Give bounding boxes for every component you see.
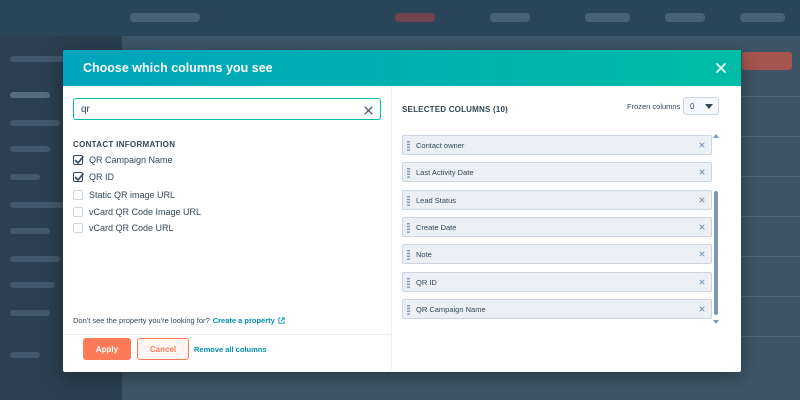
checkbox[interactable] [73, 223, 83, 233]
drag-handle-icon[interactable] [407, 305, 410, 315]
remove-all-columns-link[interactable]: Remove all columns [194, 345, 267, 354]
option-static-qr-image-url[interactable]: Static QR image URL [73, 188, 373, 202]
apply-button[interactable]: Apply [83, 338, 131, 360]
remove-column-icon[interactable] [698, 223, 706, 231]
frozen-columns-label: Frozen columns [627, 102, 681, 111]
search-input[interactable] [81, 102, 351, 116]
selected-columns-scrollbar[interactable] [712, 134, 720, 324]
option-label: vCard QR Code URL [89, 223, 174, 233]
selected-column-label: Note [416, 250, 432, 259]
clear-icon [364, 106, 373, 115]
columns-modal: Choose which columns you see CONTACT INF… [63, 50, 741, 372]
drag-handle-icon[interactable] [407, 250, 410, 260]
section-heading: CONTACT INFORMATION [73, 140, 176, 149]
create-property-hint: Don't see the property you're looking fo… [73, 316, 285, 325]
selected-column-label: Create Date [416, 223, 457, 232]
option-label: vCard QR Code Image URL [89, 207, 202, 217]
background-action-button [742, 52, 792, 70]
footer-divider [63, 334, 391, 335]
remove-column-icon[interactable] [698, 196, 706, 204]
close-icon [716, 63, 726, 73]
selected-column-label: Lead Status [416, 196, 457, 205]
checkbox[interactable] [73, 172, 84, 182]
clear-search-button[interactable] [363, 103, 374, 115]
create-property-link[interactable]: Create a property [213, 316, 275, 325]
modal-header: Choose which columns you see [63, 50, 741, 86]
option-label: QR Campaign Name [89, 155, 173, 165]
scrollbar-thumb[interactable] [714, 191, 718, 315]
modal-title: Choose which columns you see [83, 61, 273, 75]
drag-handle-icon[interactable] [407, 196, 410, 206]
drag-handle-icon[interactable] [407, 141, 410, 151]
caret-down-icon [705, 104, 713, 109]
remove-column-icon[interactable] [698, 168, 706, 176]
remove-column-icon[interactable] [698, 250, 706, 258]
search-field[interactable] [73, 98, 381, 120]
option-vcard-qr-code-url[interactable]: vCard QR Code URL [73, 221, 373, 235]
selected-column-item[interactable]: Note [402, 244, 712, 264]
selected-columns-heading: SELECTED COLUMNS (10) [402, 105, 508, 114]
checkbox[interactable] [73, 190, 83, 200]
hint-text: Don't see the property you're looking fo… [73, 316, 210, 325]
background-topbar [0, 0, 800, 36]
selected-column-label: Contact owner [416, 141, 465, 150]
close-button[interactable] [713, 60, 729, 76]
selected-column-label: QR Campaign Name [416, 305, 486, 314]
pane-divider [391, 86, 392, 372]
scroll-up-icon[interactable] [713, 134, 719, 138]
option-label: QR ID [89, 172, 115, 182]
scroll-down-icon[interactable] [713, 320, 719, 324]
external-link-icon [278, 317, 285, 324]
selected-column-label: Last Activity Date [416, 168, 474, 177]
check-icon [74, 156, 84, 164]
option-qr-campaign-name[interactable]: QR Campaign Name [73, 153, 373, 167]
selected-column-item[interactable]: QR Campaign Name [402, 299, 712, 319]
checkbox[interactable] [73, 155, 84, 165]
option-label: Static QR image URL [89, 190, 176, 200]
frozen-columns-select[interactable]: 0 [683, 97, 719, 115]
drag-handle-icon[interactable] [407, 278, 410, 288]
check-icon [74, 173, 84, 181]
selected-column-label: QR ID [416, 278, 437, 287]
cancel-button[interactable]: Cancel [137, 338, 189, 360]
option-qr-id[interactable]: QR ID [73, 170, 373, 184]
selected-column-item[interactable]: Last Activity Date [402, 162, 712, 182]
selected-column-item[interactable]: Lead Status [402, 190, 712, 210]
remove-column-icon[interactable] [698, 278, 706, 286]
selected-column-item[interactable]: Create Date [402, 217, 712, 237]
remove-column-icon[interactable] [698, 141, 706, 149]
frozen-columns-value: 0 [690, 102, 695, 111]
selected-column-item[interactable]: QR ID [402, 272, 712, 292]
drag-handle-icon[interactable] [407, 168, 410, 178]
checkbox[interactable] [73, 207, 83, 217]
drag-handle-icon[interactable] [407, 223, 410, 233]
remove-column-icon[interactable] [698, 305, 706, 313]
selected-column-item[interactable]: Contact owner [402, 135, 712, 155]
option-vcard-qr-code-image-url[interactable]: vCard QR Code Image URL [73, 205, 373, 219]
